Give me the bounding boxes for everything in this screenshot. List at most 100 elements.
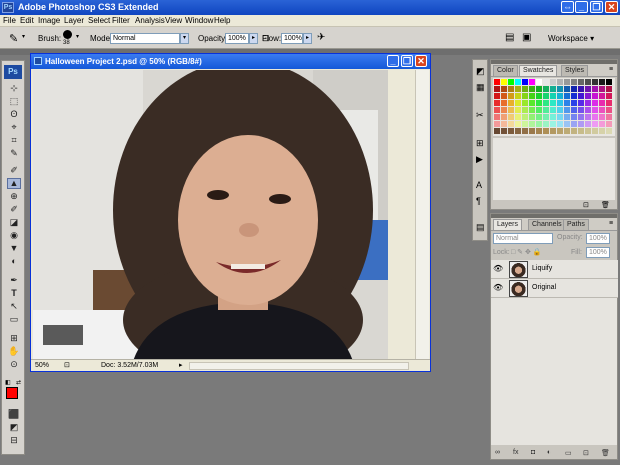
color-swatch[interactable]: [536, 114, 542, 120]
layer-row-original[interactable]: 👁 Original: [491, 279, 618, 298]
layer-comps-panel-icon[interactable]: ▤: [476, 222, 485, 233]
color-swatch[interactable]: [606, 86, 612, 92]
color-swatch[interactable]: [557, 114, 563, 120]
layer-mask-icon[interactable]: ◘: [531, 449, 535, 456]
brush-preview-icon[interactable]: [63, 30, 72, 39]
color-swatch[interactable]: [494, 107, 500, 113]
zoom-tool-icon[interactable]: ⊙: [7, 359, 21, 370]
color-swatch[interactable]: [599, 100, 605, 106]
color-swatch[interactable]: [522, 86, 528, 92]
menu-layer[interactable]: Layer: [64, 16, 84, 25]
quick-mask-icon[interactable]: ⬛: [7, 409, 21, 420]
tab-paths[interactable]: Paths: [563, 219, 589, 230]
color-swatch[interactable]: [543, 107, 549, 113]
color-swatch[interactable]: [599, 107, 605, 113]
color-swatch[interactable]: [606, 93, 612, 99]
opacity-slider-button[interactable]: ▸: [249, 33, 258, 44]
flow-slider-button[interactable]: ▸: [303, 33, 312, 44]
layer-style-icon[interactable]: fx: [513, 449, 518, 456]
color-swatch[interactable]: [585, 114, 591, 120]
visibility-eye-icon[interactable]: 👁: [493, 264, 503, 274]
color-swatch[interactable]: [578, 128, 584, 134]
color-swatch[interactable]: [522, 93, 528, 99]
color-swatch[interactable]: [585, 86, 591, 92]
history-panel-icon[interactable]: ⊞: [476, 138, 484, 149]
color-swatch[interactable]: [515, 128, 521, 134]
swap-colors-icon[interactable]: ⇄: [16, 379, 21, 386]
color-swatch[interactable]: [571, 121, 577, 127]
color-swatch[interactable]: [529, 107, 535, 113]
type-tool-icon[interactable]: T: [7, 288, 21, 299]
tab-color[interactable]: Color: [493, 65, 518, 76]
color-swatch[interactable]: [515, 114, 521, 120]
color-swatch[interactable]: [501, 79, 507, 85]
color-swatch[interactable]: [564, 93, 570, 99]
color-swatch[interactable]: [508, 86, 514, 92]
color-swatch[interactable]: [501, 93, 507, 99]
color-swatch[interactable]: [536, 79, 542, 85]
color-swatch[interactable]: [606, 121, 612, 127]
delete-layer-icon[interactable]: 🗑: [601, 449, 610, 457]
default-colors-icon[interactable]: ◧: [5, 379, 11, 386]
color-swatch[interactable]: [529, 121, 535, 127]
fill-input[interactable]: 100%: [586, 247, 610, 258]
minimize-button[interactable]: _: [575, 1, 588, 13]
color-swatch[interactable]: [599, 114, 605, 120]
color-swatch[interactable]: [522, 100, 528, 106]
doc-close-button[interactable]: ✕: [415, 55, 427, 67]
color-swatch[interactable]: [515, 107, 521, 113]
color-swatch[interactable]: [585, 121, 591, 127]
color-swatch[interactable]: [543, 100, 549, 106]
color-swatch[interactable]: [606, 128, 612, 134]
color-swatch[interactable]: [508, 93, 514, 99]
layer-opacity-input[interactable]: 100%: [586, 233, 610, 244]
visibility-eye-icon[interactable]: 👁: [493, 283, 503, 293]
mode-select[interactable]: Normal: [110, 33, 180, 44]
workspace-menu[interactable]: Workspace ▾: [548, 34, 594, 43]
color-swatch[interactable]: [494, 121, 500, 127]
color-swatch[interactable]: [578, 114, 584, 120]
vertical-scrollbar[interactable]: [415, 70, 429, 361]
color-swatch[interactable]: [494, 86, 500, 92]
actions-panel-icon[interactable]: ▶: [476, 154, 483, 165]
foreground-color-swatch[interactable]: [6, 387, 18, 399]
color-swatch[interactable]: [592, 86, 598, 92]
color-swatch[interactable]: [494, 114, 500, 120]
color-swatch[interactable]: [522, 121, 528, 127]
menu-image[interactable]: Image: [38, 16, 60, 25]
color-swatch[interactable]: [557, 100, 563, 106]
color-swatch[interactable]: [585, 107, 591, 113]
color-swatch[interactable]: [578, 86, 584, 92]
color-swatch[interactable]: [529, 100, 535, 106]
color-swatch[interactable]: [592, 100, 598, 106]
color-swatch[interactable]: [585, 93, 591, 99]
color-swatch[interactable]: [578, 79, 584, 85]
menu-edit[interactable]: Edit: [20, 16, 34, 25]
color-swatch[interactable]: [543, 79, 549, 85]
color-swatch[interactable]: [501, 100, 507, 106]
blend-mode-select[interactable]: Normal: [493, 233, 553, 244]
healing-brush-tool-icon[interactable]: ✐: [7, 165, 21, 176]
color-swatch[interactable]: [571, 93, 577, 99]
color-swatch[interactable]: [522, 107, 528, 113]
color-swatch[interactable]: [508, 114, 514, 120]
delete-swatch-icon[interactable]: 🗑: [601, 201, 610, 209]
color-swatch[interactable]: [599, 79, 605, 85]
menu-analysis[interactable]: Analysis: [135, 16, 165, 25]
brush-tool-icon[interactable]: ✎: [9, 32, 18, 45]
color-swatch[interactable]: [564, 79, 570, 85]
color-swatch[interactable]: [550, 114, 556, 120]
color-swatch[interactable]: [543, 128, 549, 134]
color-swatch[interactable]: [606, 114, 612, 120]
color-swatch[interactable]: [501, 107, 507, 113]
menu-select[interactable]: Select: [88, 16, 110, 25]
character-panel-icon[interactable]: A: [476, 180, 482, 190]
brush-picker-dropdown-icon[interactable]: ▾: [76, 33, 79, 40]
menu-file[interactable]: File: [3, 16, 16, 25]
tab-styles[interactable]: Styles: [561, 65, 589, 76]
color-swatch[interactable]: [536, 86, 542, 92]
crop-tool-icon[interactable]: ⌗: [7, 135, 21, 146]
menu-help[interactable]: Help: [214, 16, 230, 25]
color-swatch[interactable]: [508, 128, 514, 134]
color-swatch[interactable]: [557, 93, 563, 99]
